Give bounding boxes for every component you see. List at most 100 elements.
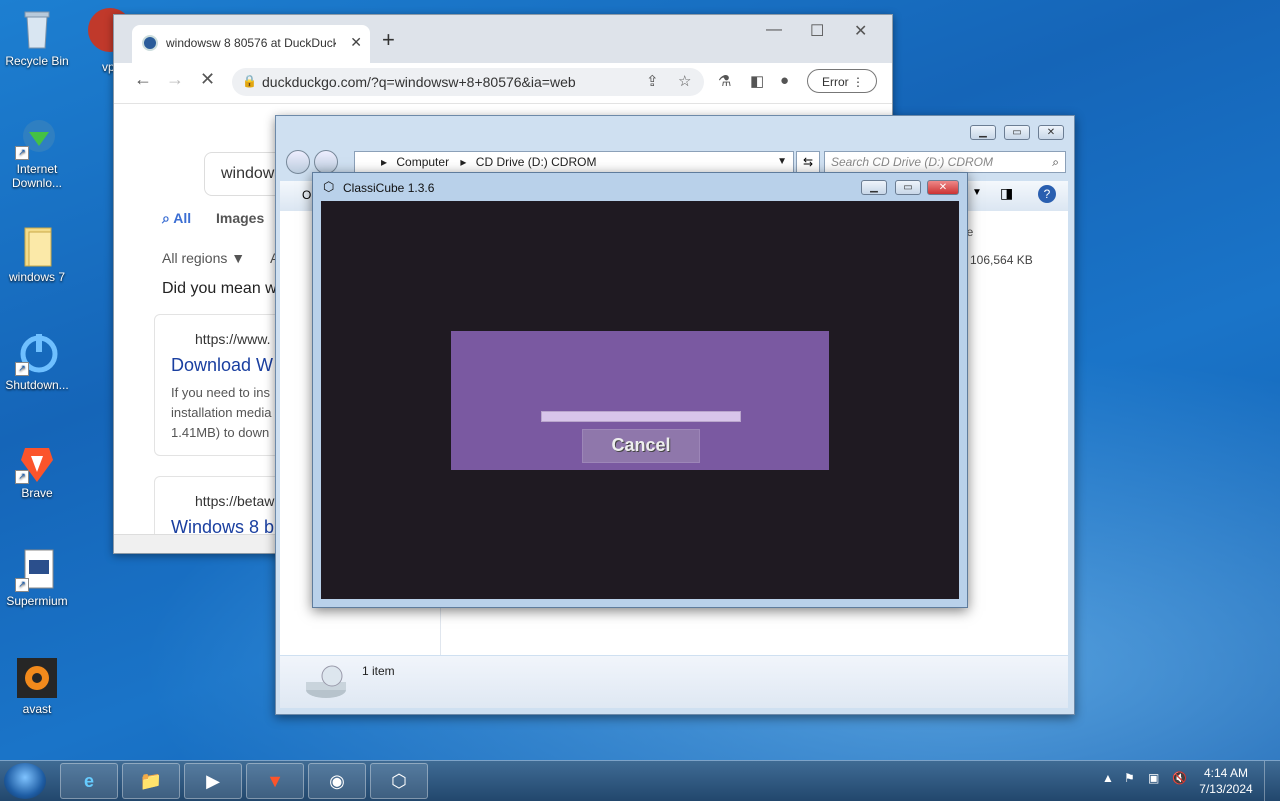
search-value: windows xyxy=(221,165,283,182)
loading-progress-bar xyxy=(541,411,741,422)
desktop-icon-label: Brave xyxy=(21,486,53,500)
share-icon[interactable]: ⇪ xyxy=(646,72,659,90)
minimize-button[interactable]: ▁ xyxy=(861,180,887,195)
taskbar-media-player[interactable]: ▶ xyxy=(184,763,242,799)
taskbar-brave[interactable]: ▼ xyxy=(246,763,304,799)
region-filter-dropdown[interactable]: All regions ▼ xyxy=(162,250,245,266)
taskbar-explorer[interactable]: 📁 xyxy=(122,763,180,799)
volume-muted-icon[interactable]: 🔇 xyxy=(1172,771,1187,785)
taskbar-internet-explorer[interactable]: e xyxy=(60,763,118,799)
result-url[interactable]: https://betaw xyxy=(195,493,274,509)
network-icon[interactable]: ▣ xyxy=(1148,771,1159,785)
maximize-button[interactable]: ▭ xyxy=(895,180,921,195)
media-player-icon: ▶ xyxy=(206,771,220,791)
breadcrumb-cd-drive[interactable]: CD Drive (D:) CDROM xyxy=(476,155,597,169)
chevron-down-icon[interactable]: ▼ xyxy=(777,152,787,172)
address-bar[interactable]: ▸ Computer ▸ CD Drive (D:) CDROM ▼ xyxy=(354,151,794,173)
back-button[interactable] xyxy=(286,150,310,174)
status-bar: 1 item xyxy=(280,656,1068,708)
desktop-icon-label: Recycle Bin xyxy=(5,54,69,68)
did-you-mean-text: Did you mean w xyxy=(162,280,277,297)
result-snippet-line: installation media xyxy=(171,405,272,420)
shortcut-arrow-icon: ↗ xyxy=(15,362,29,376)
supermium-icon: ◉ xyxy=(329,771,345,791)
minimize-button[interactable]: ▁ xyxy=(970,125,996,140)
desktop-icon-internet-download-manager[interactable]: ↗ Internet Downlo... xyxy=(4,116,70,190)
forward-button[interactable] xyxy=(314,150,338,174)
tab-images[interactable]: Images xyxy=(216,210,264,226)
error-label: Error xyxy=(822,75,849,89)
close-window-button[interactable]: ✕ xyxy=(927,180,959,195)
folder-icon xyxy=(15,224,59,268)
desktop-icon-avast[interactable]: avast xyxy=(4,656,70,716)
extensions-icon[interactable]: ⚗ xyxy=(718,72,731,90)
lock-icon: 🔒 xyxy=(242,74,257,88)
item-count: 1 item xyxy=(362,664,395,678)
taskbar-supermium[interactable]: ◉ xyxy=(308,763,366,799)
error-button[interactable]: Error ⋮ xyxy=(807,69,877,93)
cancel-button[interactable]: Cancel xyxy=(582,429,700,463)
tab-all[interactable]: ⌕ All xyxy=(162,210,191,227)
side-panel-icon[interactable]: ◧ xyxy=(750,72,764,90)
bookmark-star-icon[interactable]: ☆ xyxy=(678,72,691,90)
profile-avatar-icon[interactable]: ● xyxy=(780,72,789,89)
start-button[interactable] xyxy=(4,763,46,799)
refresh-button[interactable]: ⇆ xyxy=(796,151,820,173)
result-title[interactable]: Download W xyxy=(171,355,273,376)
minimize-button[interactable]: — xyxy=(766,21,782,39)
stop-loading-button[interactable]: ✕ xyxy=(200,69,215,90)
result-url[interactable]: https://www. xyxy=(195,331,270,347)
file-size: 106,564 KB xyxy=(970,253,1033,267)
maximize-button[interactable]: ▭ xyxy=(1004,125,1030,140)
classicube-icon: ⬡ xyxy=(391,771,407,791)
desktop-icon-label: Supermium xyxy=(6,594,68,608)
window-title: ClassiCube 1.3.6 xyxy=(343,181,435,195)
desktop-icon-windows-7-folder[interactable]: windows 7 xyxy=(4,224,70,284)
organize-button[interactable]: O xyxy=(302,188,311,202)
shortcut-arrow-icon: ↗ xyxy=(15,146,29,160)
brave-icon: ↗ xyxy=(15,440,59,484)
forward-button[interactable]: → xyxy=(166,69,184,90)
game-viewport[interactable]: Cancel xyxy=(321,201,959,599)
explorer-titlebar: ▁ ▭ ✕ xyxy=(276,116,1074,146)
close-tab-icon[interactable]: ✕ xyxy=(350,34,362,51)
show-desktop-button[interactable] xyxy=(1264,761,1280,801)
new-tab-button[interactable]: + xyxy=(382,27,395,53)
maximize-button[interactable]: ☐ xyxy=(810,21,824,41)
show-hidden-icons-button[interactable]: ▲ xyxy=(1102,771,1114,785)
back-button[interactable]: ← xyxy=(134,69,152,90)
browser-tab[interactable]: windowsw 8 80576 at DuckDuck ✕ xyxy=(132,25,370,63)
close-window-button[interactable]: ✕ xyxy=(1038,125,1064,140)
internet-download-manager-icon: ↗ xyxy=(15,116,59,160)
action-center-flag-icon[interactable]: ⚑ xyxy=(1124,771,1135,785)
breadcrumb-computer[interactable]: Computer xyxy=(396,155,449,169)
clock[interactable]: 4:14 AM 7/13/2024 xyxy=(1196,765,1256,797)
result-title[interactable]: Windows 8 b xyxy=(171,517,274,534)
taskbar-classicube[interactable]: ⬡ xyxy=(370,763,428,799)
cd-drive-icon xyxy=(306,665,346,698)
explorer-icon: 📁 xyxy=(139,771,163,791)
desktop-icon-label: Internet Downlo... xyxy=(11,162,63,190)
tab-all-label: All xyxy=(173,210,192,226)
duckduckgo-favicon-icon xyxy=(142,35,158,51)
clock-date: 7/13/2024 xyxy=(1199,782,1253,796)
search-placeholder: Search CD Drive (D:) CDROM xyxy=(831,155,994,169)
views-dropdown-icon[interactable]: ▼ xyxy=(972,187,982,198)
close-window-button[interactable]: ✕ xyxy=(854,21,867,41)
address-bar[interactable]: 🔒 duckduckgo.com/?q=windowsw+8+80576&ia=… xyxy=(232,68,704,96)
internet-explorer-icon: e xyxy=(83,771,94,791)
browser-tabbar: windowsw 8 80576 at DuckDuck ✕ + — ☐ ✕ xyxy=(114,15,892,63)
desktop-icon-label: Shutdown... xyxy=(5,378,69,392)
desktop-icon-label: avast xyxy=(22,702,52,716)
desktop-icon-supermium[interactable]: ↗ Supermium xyxy=(4,548,70,608)
cancel-label: Cancel xyxy=(611,435,671,455)
avast-icon xyxy=(15,656,59,700)
search-input[interactable]: Search CD Drive (D:) CDROM ⌕ xyxy=(824,151,1066,173)
desktop-icon-brave[interactable]: ↗ Brave xyxy=(4,440,70,500)
classicube-window[interactable]: ⬡ ClassiCube 1.3.6 ▁ ▭ ✕ Cancel xyxy=(312,172,968,608)
preview-pane-icon[interactable]: ◨ xyxy=(1000,185,1013,202)
desktop-icon-shutdown[interactable]: ↗ Shutdown... xyxy=(4,332,70,392)
search-icon: ⌕ xyxy=(1052,155,1059,169)
desktop-icon-recycle-bin[interactable]: Recycle Bin xyxy=(4,8,70,68)
help-icon[interactable]: ? xyxy=(1038,185,1056,203)
